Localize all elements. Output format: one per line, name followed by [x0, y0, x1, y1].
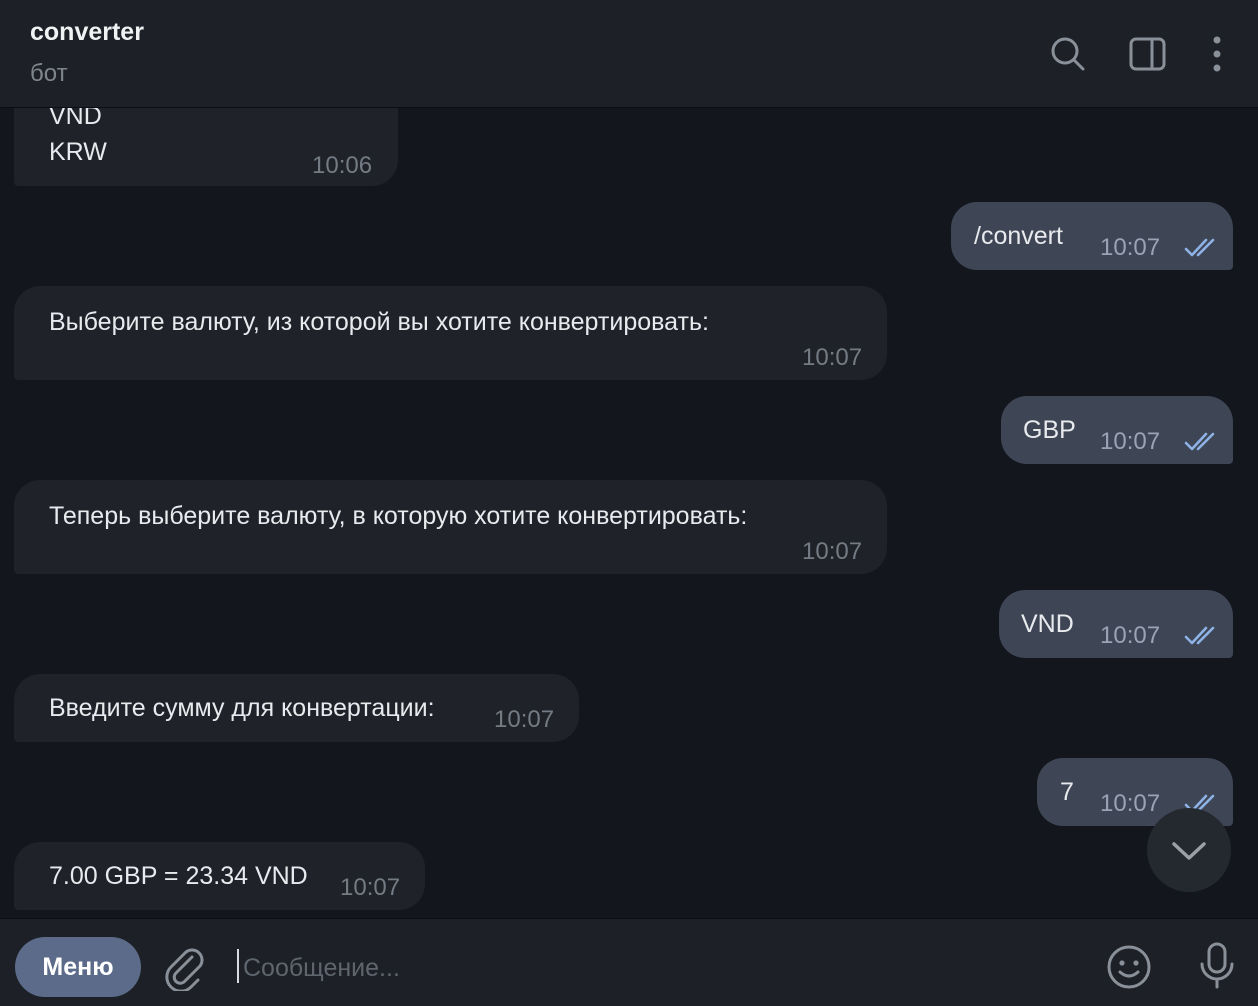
- message-text: Введите сумму для конвертации:: [49, 694, 435, 722]
- message-time: 10:07: [340, 874, 401, 901]
- read-check-icon: [1184, 432, 1215, 451]
- emoji-icon[interactable]: [1105, 943, 1153, 991]
- message-time: 10:06: [312, 152, 373, 179]
- sidebar-toggle-icon[interactable]: [1126, 30, 1170, 78]
- message-composer: Меню: [0, 918, 1258, 1006]
- message-text: VND: [1021, 610, 1074, 638]
- message-incoming: Введите сумму для конвертации: 10:07: [14, 674, 579, 742]
- chevron-down-icon: [1172, 842, 1206, 860]
- message-incoming: Выберите валюту, из которой вы хотите ко…: [14, 286, 887, 380]
- message-time: 10:07: [1100, 428, 1161, 455]
- chat-header: converter бот: [0, 0, 1258, 108]
- message-text: 7.00 GBP = 23.34 VND: [49, 862, 308, 890]
- message-outgoing: GBP 10:07: [1001, 396, 1233, 464]
- message-outgoing: /convert 10:07: [951, 202, 1233, 270]
- microphone-icon[interactable]: [1194, 941, 1240, 991]
- message-text: GBP: [1023, 416, 1076, 444]
- paperclip-icon[interactable]: [162, 945, 208, 991]
- message-text: Выберите валюту, из которой вы хотите ко…: [49, 308, 709, 336]
- message-time: 10:07: [1100, 234, 1161, 261]
- more-vertical-icon[interactable]: [1196, 30, 1240, 78]
- text-cursor: [237, 949, 239, 983]
- chat-subtitle: бот: [30, 60, 68, 87]
- message-incoming: Теперь выберите валюту, в которую хотите…: [14, 480, 887, 574]
- message-time: 10:07: [802, 344, 863, 371]
- message-list[interactable]: VND KRW 10:06 /convert 10:07 Выберите ва…: [0, 0, 1258, 918]
- message-text: VND KRW: [49, 102, 107, 166]
- scroll-down-button[interactable]: [1147, 808, 1231, 892]
- chat-window: VND KRW 10:06 /convert 10:07 Выберите ва…: [0, 0, 1258, 1006]
- menu-button[interactable]: Меню: [15, 937, 141, 997]
- read-check-icon: [1184, 238, 1215, 257]
- read-check-icon: [1184, 626, 1215, 645]
- message-incoming: 7.00 GBP = 23.34 VND 10:07: [14, 842, 425, 910]
- search-icon[interactable]: [1046, 30, 1090, 78]
- message-text: /convert: [974, 222, 1063, 250]
- message-text: Теперь выберите валюту, в которую хотите…: [49, 502, 748, 530]
- message-text: 7: [1060, 778, 1074, 806]
- message-time: 10:07: [1100, 622, 1161, 649]
- message-input[interactable]: [241, 947, 1085, 989]
- message-outgoing: VND 10:07: [999, 590, 1233, 658]
- message-time: 10:07: [494, 706, 555, 733]
- message-time: 10:07: [802, 538, 863, 565]
- chat-title[interactable]: converter: [30, 18, 144, 47]
